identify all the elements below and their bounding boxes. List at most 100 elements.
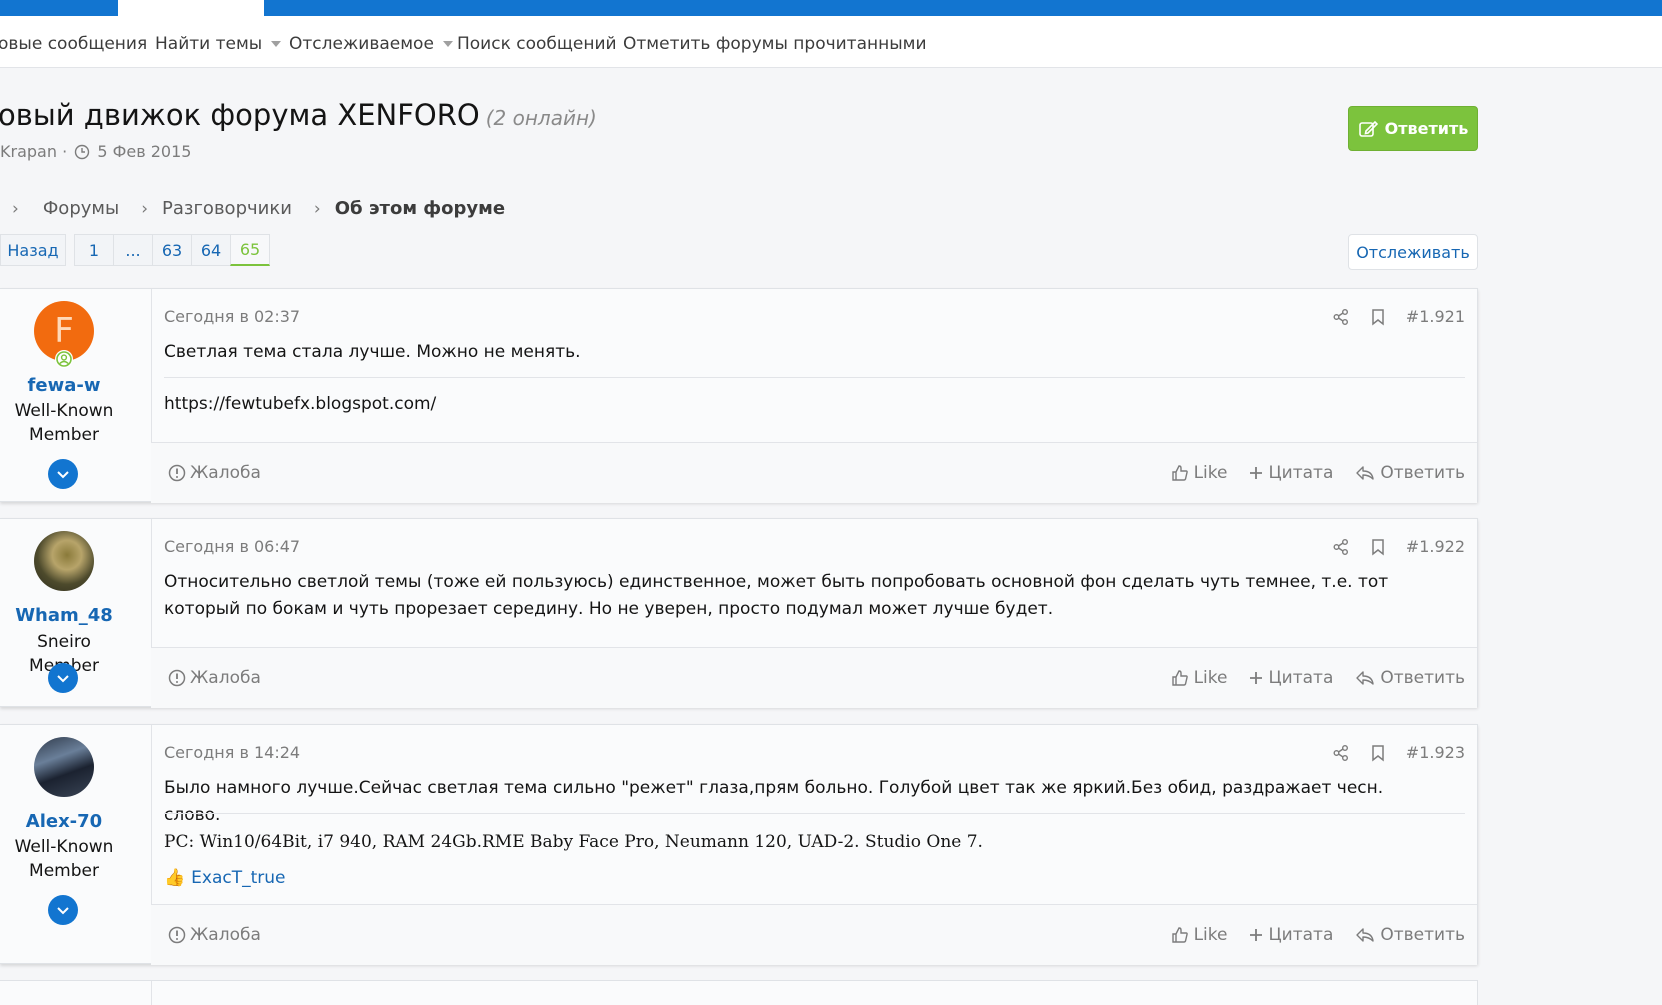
post-time[interactable]: Сегодня в 02:37 <box>164 307 300 326</box>
quote-button[interactable]: Цитата <box>1249 925 1333 945</box>
post-number[interactable]: #1.922 <box>1406 537 1465 556</box>
avatar[interactable] <box>34 737 94 797</box>
share-icon[interactable] <box>1332 308 1350 326</box>
post-footer: Жалоба Like Цитата Ответить <box>151 904 1477 965</box>
sub-navigation: овые сообщения Найти темы Отслеживаемое … <box>0 16 1662 68</box>
post-time[interactable]: Сегодня в 06:47 <box>164 537 300 556</box>
active-nav-tab[interactable] <box>118 0 264 16</box>
post-number[interactable]: #1.921 <box>1406 307 1465 326</box>
quote-button[interactable]: Цитата <box>1249 463 1333 483</box>
pager-page[interactable]: 63 <box>152 234 192 266</box>
user-pane: Wham_48 Sneiro Member <box>0 519 152 706</box>
share-icon[interactable] <box>1332 744 1350 762</box>
thumbs-up-icon: 👍 <box>164 868 186 888</box>
signature-link[interactable]: https://fewtubefx.blogspot.com/ <box>164 391 1427 418</box>
post-tools: #1.923 <box>1332 743 1465 762</box>
post-time[interactable]: Сегодня в 14:24 <box>164 743 300 762</box>
post-text: Было намного лучше.Сейчас светлая тема с… <box>164 778 1384 825</box>
subnav-find-threads[interactable]: Найти темы <box>155 34 282 54</box>
expand-user-info-button[interactable] <box>48 663 78 693</box>
pager-page[interactable]: 1 <box>74 234 114 266</box>
breadcrumb-forums[interactable]: Форумы <box>43 198 119 219</box>
pager-current-page[interactable]: 65 <box>230 234 270 266</box>
liked-by-user[interactable]: ExacT_true <box>191 865 285 892</box>
user-pane <box>0 981 152 1005</box>
expand-user-info-button[interactable] <box>48 895 78 925</box>
share-icon[interactable] <box>1332 538 1350 556</box>
post-body: Сегодня в 14:24 #1.923 Было намного лучш… <box>151 725 1477 965</box>
post: Wham_48 Sneiro Member Сегодня в 06:47 #1… <box>0 518 1478 708</box>
chevron-right-icon: › <box>141 198 149 219</box>
chevron-down-icon <box>57 907 69 915</box>
post-body: Сегодня в 02:37 #1.921 Светлая тема стал… <box>151 289 1477 503</box>
top-navigation-bar <box>0 0 1662 16</box>
reply-button[interactable]: Ответить <box>1348 106 1478 151</box>
watch-button[interactable]: Отслеживать <box>1348 234 1478 270</box>
signature-divider <box>164 813 1465 814</box>
thumbs-up-icon <box>1171 465 1188 481</box>
quote-button[interactable]: Цитата <box>1249 668 1333 688</box>
post-tools: #1.921 <box>1332 307 1465 326</box>
plus-icon <box>1250 929 1263 941</box>
post-footer: Жалоба Like Цитата Ответить <box>151 442 1477 503</box>
clock-icon <box>75 144 90 160</box>
bookmark-icon[interactable] <box>1370 744 1386 762</box>
post-number[interactable]: #1.923 <box>1406 743 1465 762</box>
post-actions: Like Цитата Ответить <box>1171 668 1465 688</box>
report-button[interactable]: Жалоба <box>168 925 261 945</box>
reply-icon <box>1356 671 1375 685</box>
like-button[interactable]: Like <box>1171 463 1227 483</box>
breadcrumb: › Форумы › Разговорчики › Об этом форуме <box>12 198 527 219</box>
thread-author[interactable]: Krapan <box>0 142 57 161</box>
plus-icon <box>1250 672 1263 684</box>
bookmark-icon[interactable] <box>1370 538 1386 556</box>
post-reply-button[interactable]: Ответить <box>1355 668 1465 688</box>
post-text: Относительно светлой темы (тоже ей польз… <box>164 572 1389 619</box>
plus-icon <box>1250 467 1263 479</box>
bookmark-icon[interactable] <box>1370 308 1386 326</box>
user-title: Well-Known Member <box>14 401 114 445</box>
reply-icon <box>1356 928 1375 942</box>
post-tools: #1.922 <box>1332 537 1465 556</box>
page-title: овый движок форума XENFORO (2 онлайн) <box>0 98 597 132</box>
like-button[interactable]: Like <box>1171 668 1227 688</box>
username[interactable]: Wham_48 <box>0 605 128 626</box>
pager-back-button[interactable]: Назад <box>0 234 66 266</box>
chevron-down-icon <box>57 471 69 479</box>
post-footer: Жалоба Like Цитата Ответить <box>151 647 1477 708</box>
breadcrumb-about-forum[interactable]: Об этом форуме <box>335 198 505 219</box>
subnav-new-posts[interactable]: овые сообщения <box>0 34 147 54</box>
caret-down-icon <box>271 41 282 47</box>
signature-divider <box>164 377 1465 378</box>
expand-user-info-button[interactable] <box>48 459 78 489</box>
user-pane: F fewa-w Well-Known Member <box>0 289 152 501</box>
post: Alex-70 Well-Known Member Сегодня в 14:2… <box>0 724 1478 965</box>
avatar[interactable] <box>34 531 94 591</box>
pager-ellipsis[interactable]: ... <box>113 234 153 266</box>
post-body: Сегодня в 06:47 #1.922 Относительно свет… <box>151 519 1477 708</box>
breadcrumb-talks[interactable]: Разговорчики <box>162 198 292 219</box>
user-pane: Alex-70 Well-Known Member <box>0 725 152 963</box>
like-button[interactable]: Like <box>1171 925 1227 945</box>
username[interactable]: Alex-70 <box>0 811 128 832</box>
report-button[interactable]: Жалоба <box>168 463 261 483</box>
subnav-mark-read[interactable]: Отметить форумы прочитанными <box>623 34 927 54</box>
reply-icon <box>1356 466 1375 480</box>
thumbs-up-icon <box>1171 670 1188 686</box>
pager-page[interactable]: 64 <box>191 234 231 266</box>
chevron-right-icon: › <box>313 198 321 219</box>
post-partial <box>0 980 1478 1005</box>
subnav-watched[interactable]: Отслеживаемое <box>289 34 453 54</box>
alert-icon <box>168 669 186 687</box>
online-count: (2 онлайн) <box>485 106 597 130</box>
likes-summary: 👍 ExacT_true <box>164 865 1427 892</box>
username[interactable]: fewa-w <box>0 375 128 396</box>
subnav-search-posts[interactable]: Поиск сообщений <box>457 34 617 54</box>
thumbs-up-icon <box>1171 927 1188 943</box>
post-reply-button[interactable]: Ответить <box>1355 463 1465 483</box>
report-button[interactable]: Жалоба <box>168 668 261 688</box>
post-reply-button[interactable]: Ответить <box>1355 925 1465 945</box>
thread-date[interactable]: 5 Фев 2015 <box>97 142 191 161</box>
post-actions: Like Цитата Ответить <box>1171 925 1465 945</box>
alert-icon <box>168 464 186 482</box>
